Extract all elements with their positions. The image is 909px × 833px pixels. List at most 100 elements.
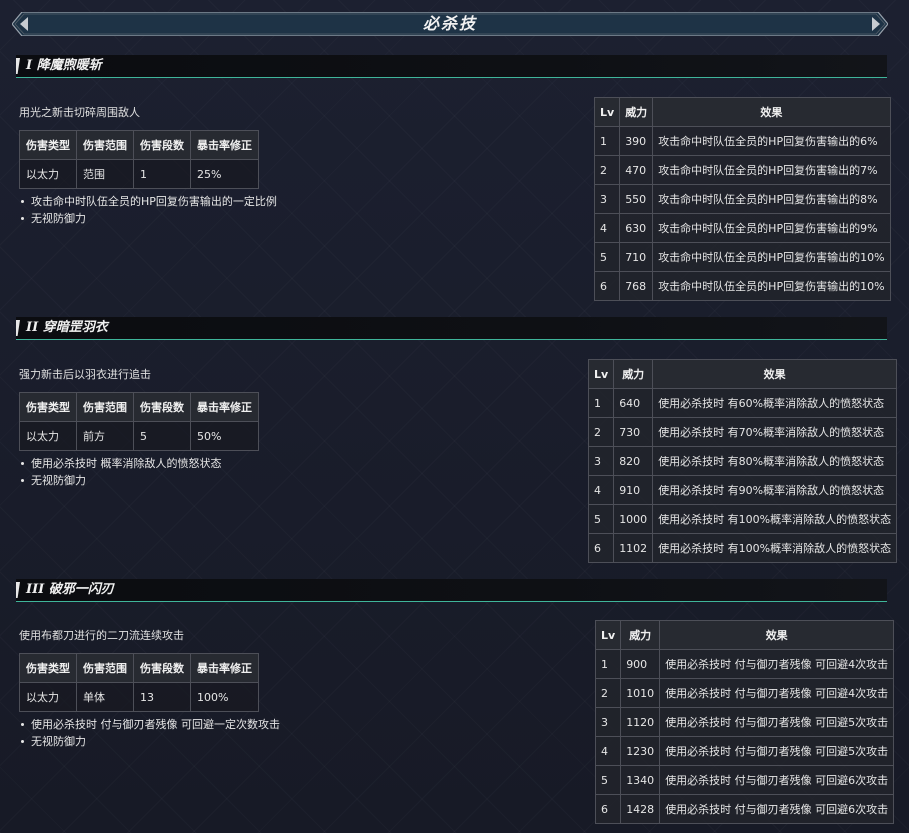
- level-header: 效果: [652, 97, 891, 127]
- level-row: 2 1010 使用必杀技时 付与御刃者残像 可回避4次攻击: [594, 678, 895, 708]
- skill-notes-3: 使用必杀技时 付与御刃者残像 可回避一定次数攻击 无视防御力: [19, 716, 280, 750]
- stat-header: 伤害段数: [133, 130, 191, 160]
- skill-description-1: 用光之新击切碎周围敌人: [19, 106, 140, 119]
- stat-value: 13: [133, 682, 191, 712]
- power-cell: 1000: [613, 504, 654, 534]
- stat-value: 100%: [190, 682, 259, 712]
- skill-header-2: II 穿暗罡羽衣: [16, 317, 887, 340]
- level-cell: 1: [593, 126, 621, 156]
- level-row: 1 640 使用必杀技时 有60%概率消除敌人的愤怒状态: [587, 388, 898, 418]
- level-header: 威力: [613, 359, 654, 389]
- level-row: 1 900 使用必杀技时 付与御刃者残像 可回避4次攻击: [594, 649, 895, 679]
- effect-cell: 使用必杀技时 有70%概率消除敌人的愤怒状态: [652, 417, 898, 447]
- level-row: 4 1230 使用必杀技时 付与御刃者残像 可回避5次攻击: [594, 736, 895, 766]
- level-row: 6 1428 使用必杀技时 付与御刃者残像 可回避6次攻击: [594, 794, 895, 824]
- level-cell: 6: [587, 533, 615, 563]
- note-item: 无视防御力: [19, 472, 222, 489]
- effect-cell: 攻击命中时队伍全员的HP回复伤害输出的6%: [652, 126, 891, 156]
- power-cell: 640: [613, 388, 654, 418]
- level-cell: 1: [594, 649, 622, 679]
- stat-value: 以太力: [19, 421, 77, 451]
- stat-value: 前方: [76, 421, 134, 451]
- power-cell: 820: [613, 446, 654, 476]
- skill-description-3: 使用布都刀进行的二刀流连续攻击: [19, 629, 184, 642]
- level-cell: 3: [593, 184, 621, 214]
- level-header: Lv: [587, 359, 615, 389]
- page-title: 必杀技: [422, 14, 477, 33]
- effect-cell: 使用必杀技时 付与御刃者残像 可回避4次攻击: [659, 678, 895, 708]
- level-header: 效果: [659, 620, 895, 650]
- power-cell: 900: [620, 649, 661, 679]
- effect-cell: 使用必杀技时 付与御刃者残像 可回避6次攻击: [659, 765, 895, 795]
- level-row: 2 470 攻击命中时队伍全员的HP回复伤害输出的7%: [593, 155, 891, 185]
- effect-cell: 攻击命中时队伍全员的HP回复伤害输出的10%: [652, 271, 891, 301]
- effect-cell: 使用必杀技时 付与御刃者残像 可回避5次攻击: [659, 736, 895, 766]
- level-cell: 4: [594, 736, 622, 766]
- skill-notes-1: 攻击命中时队伍全员的HP回复伤害输出的一定比例 无视防御力: [19, 193, 277, 227]
- power-cell: 768: [619, 271, 654, 301]
- skill-stats-table-3: 伤害类型 伤害范围 伤害段数 暴击率修正 以太力 单体 13 100%: [19, 653, 259, 712]
- note-item: 攻击命中时队伍全员的HP回复伤害输出的一定比例: [19, 193, 277, 210]
- effect-cell: 攻击命中时队伍全员的HP回复伤害输出的8%: [652, 184, 891, 214]
- level-row: 4 630 攻击命中时队伍全员的HP回复伤害输出的9%: [593, 213, 891, 243]
- stat-header: 伤害类型: [19, 653, 77, 683]
- level-cell: 6: [593, 271, 621, 301]
- skill-title-3: III 破邪一闪刃: [26, 582, 114, 597]
- level-cell: 2: [587, 417, 615, 447]
- stat-value: 50%: [190, 421, 259, 451]
- skill-header-3: III 破邪一闪刃: [16, 579, 887, 602]
- stat-value: 25%: [190, 159, 259, 189]
- effect-cell: 使用必杀技时 有80%概率消除敌人的愤怒状态: [652, 446, 898, 476]
- effect-cell: 攻击命中时队伍全员的HP回复伤害输出的7%: [652, 155, 891, 185]
- skill-stats-table-1: 伤害类型 伤害范围 伤害段数 暴击率修正 以太力 范围 1 25%: [19, 130, 259, 189]
- level-cell: 2: [594, 678, 622, 708]
- skill-description-2: 强力新击后以羽衣进行追击: [19, 368, 151, 381]
- level-row: 6 768 攻击命中时队伍全员的HP回复伤害输出的10%: [593, 271, 891, 301]
- level-cell: 3: [594, 707, 622, 737]
- skill-title-1: I 降魔煦暖斩: [26, 58, 102, 73]
- skill-levels-table-1: Lv 威力 效果 1 390 攻击命中时队伍全员的HP回复伤害输出的6% 2 470 攻…: [593, 97, 891, 301]
- note-item: 无视防御力: [19, 733, 280, 750]
- stat-header: 伤害类型: [19, 130, 77, 160]
- power-cell: 1428: [620, 794, 661, 824]
- stat-header: 伤害范围: [76, 130, 134, 160]
- stat-header: 暴击率修正: [190, 130, 259, 160]
- effect-cell: 攻击命中时队伍全员的HP回复伤害输出的10%: [652, 242, 891, 272]
- power-cell: 1340: [620, 765, 661, 795]
- level-row: 4 910 使用必杀技时 有90%概率消除敌人的愤怒状态: [587, 475, 898, 505]
- level-header: 威力: [619, 97, 654, 127]
- stat-header: 伤害段数: [133, 653, 191, 683]
- level-row: 2 730 使用必杀技时 有70%概率消除敌人的愤怒状态: [587, 417, 898, 447]
- power-cell: 710: [619, 242, 654, 272]
- stat-value: 单体: [76, 682, 134, 712]
- stat-value: 1: [133, 159, 191, 189]
- power-cell: 1230: [620, 736, 661, 766]
- page-banner: 必杀技: [12, 12, 888, 36]
- level-row: 5 1000 使用必杀技时 有100%概率消除敌人的愤怒状态: [587, 504, 898, 534]
- level-row: 3 550 攻击命中时队伍全员的HP回复伤害输出的8%: [593, 184, 891, 214]
- power-cell: 910: [613, 475, 654, 505]
- power-cell: 1120: [620, 707, 661, 737]
- stat-value: 以太力: [19, 682, 77, 712]
- power-cell: 730: [613, 417, 654, 447]
- header-marker: [16, 582, 20, 598]
- level-cell: 4: [587, 475, 615, 505]
- level-cell: 2: [593, 155, 621, 185]
- power-cell: 1102: [613, 533, 654, 563]
- power-cell: 630: [619, 213, 654, 243]
- stat-header: 伤害段数: [133, 392, 191, 422]
- level-cell: 6: [594, 794, 622, 824]
- level-row: 3 820 使用必杀技时 有80%概率消除敌人的愤怒状态: [587, 446, 898, 476]
- effect-cell: 攻击命中时队伍全员的HP回复伤害输出的9%: [652, 213, 891, 243]
- level-cell: 5: [594, 765, 622, 795]
- stat-value: 范围: [76, 159, 134, 189]
- skill-title-2: II 穿暗罡羽衣: [26, 320, 108, 335]
- level-cell: 5: [587, 504, 615, 534]
- level-row: 5 710 攻击命中时队伍全员的HP回复伤害输出的10%: [593, 242, 891, 272]
- effect-cell: 使用必杀技时 付与御刃者残像 可回避5次攻击: [659, 707, 895, 737]
- note-item: 使用必杀技时 付与御刃者残像 可回避一定次数攻击: [19, 716, 280, 733]
- level-row: 1 390 攻击命中时队伍全员的HP回复伤害输出的6%: [593, 126, 891, 156]
- level-cell: 4: [593, 213, 621, 243]
- skill-stats-table-2: 伤害类型 伤害范围 伤害段数 暴击率修正 以太力 前方 5 50%: [19, 392, 259, 451]
- stat-header: 伤害范围: [76, 392, 134, 422]
